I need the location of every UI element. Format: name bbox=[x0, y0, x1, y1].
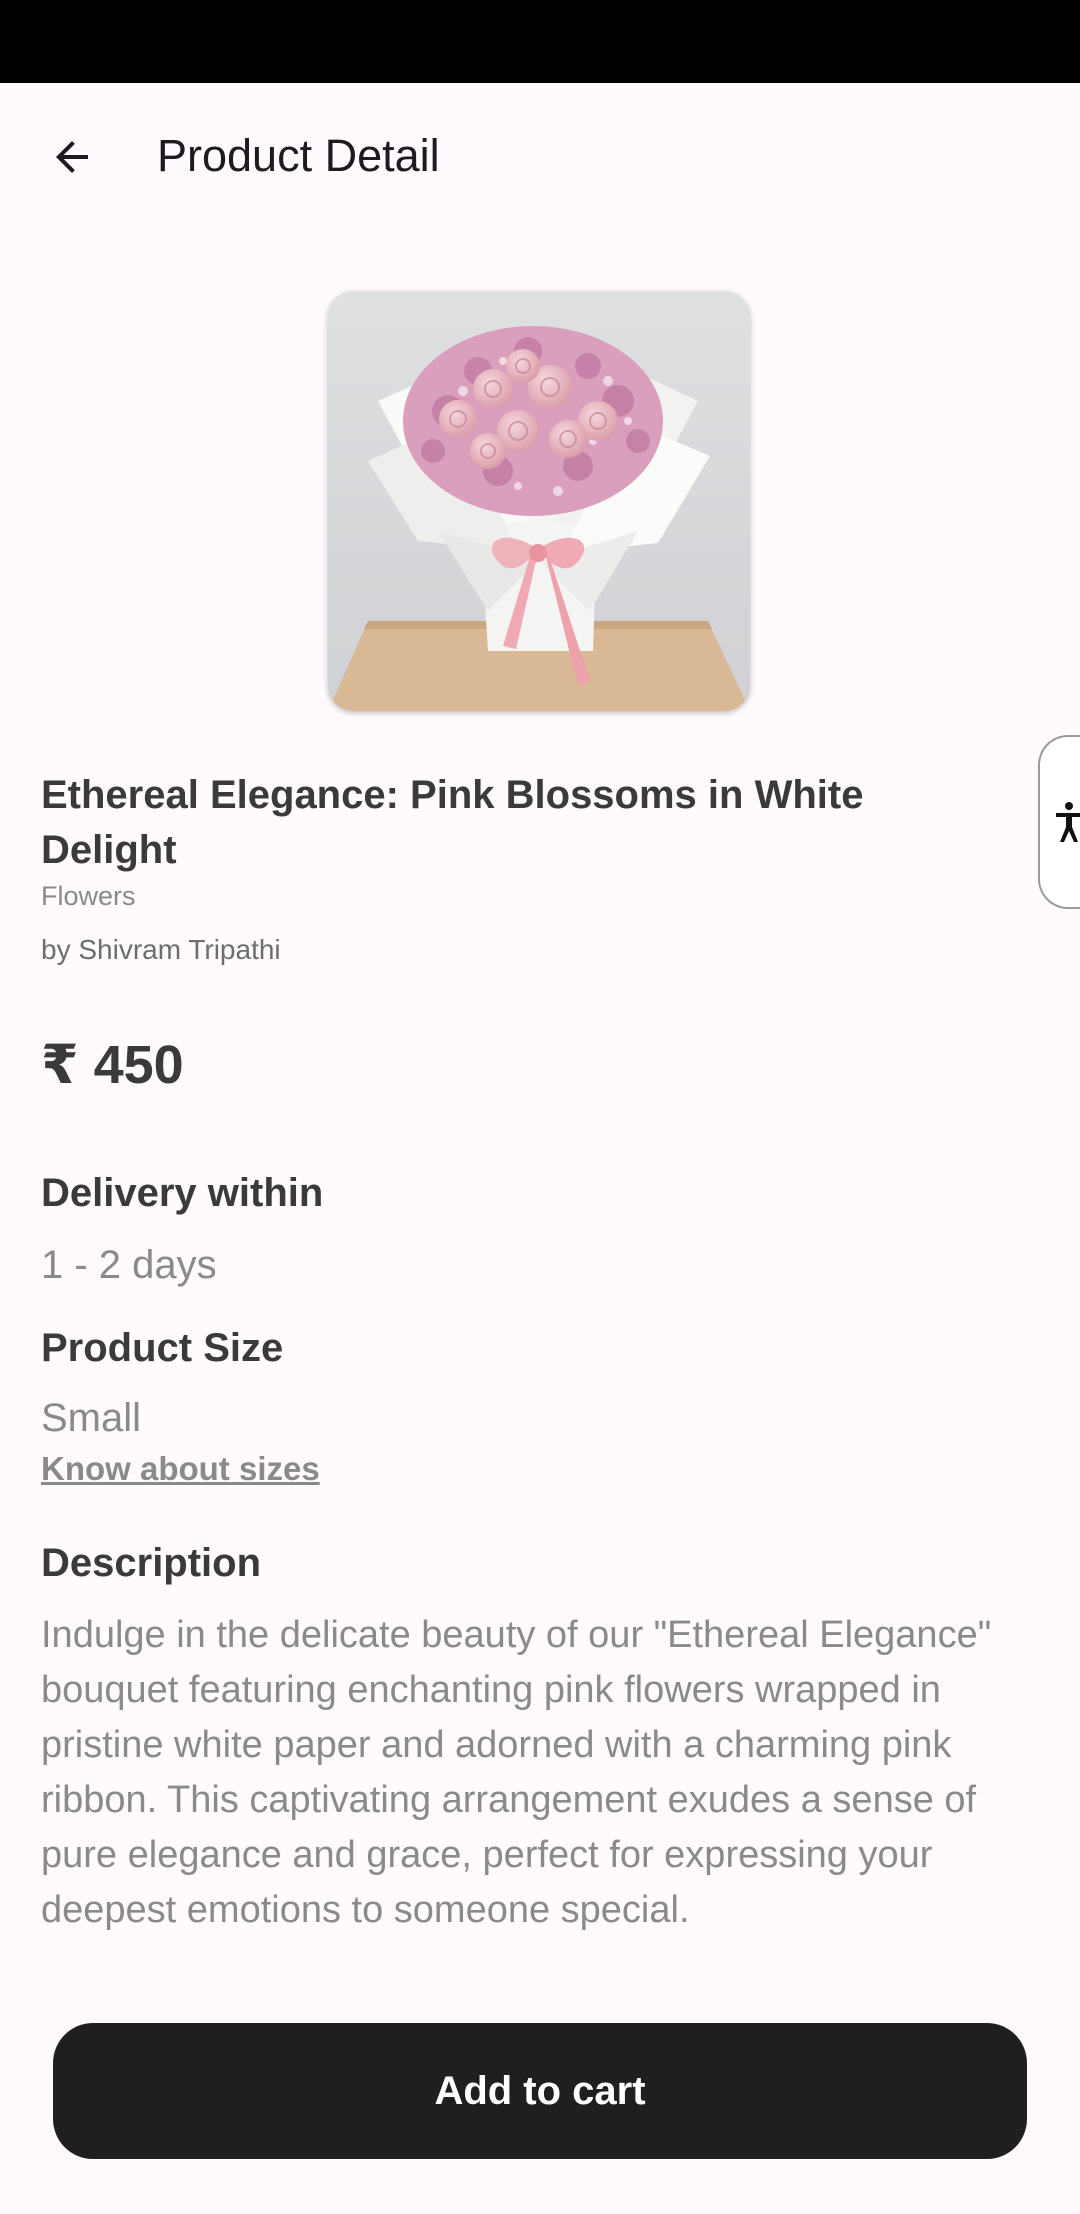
product-price: ₹ 450 bbox=[41, 1035, 184, 1095]
arrow-left-icon bbox=[56, 141, 88, 173]
status-bar bbox=[0, 0, 1080, 83]
size-value: Small bbox=[41, 1396, 142, 1440]
add-to-cart-button[interactable]: Add to cart bbox=[53, 2023, 1027, 2159]
add-to-cart-label: Add to cart bbox=[434, 2068, 646, 2113]
seller-name: by Shivram Tripathi bbox=[41, 934, 281, 965]
know-about-sizes-link[interactable]: Know about sizes bbox=[41, 1450, 320, 1488]
product-image bbox=[328, 291, 750, 711]
product-name: Ethereal Elegance: Pink Blossoms in Whit… bbox=[41, 773, 864, 872]
back-button[interactable] bbox=[30, 115, 114, 199]
description-text: Indulge in the delicate beauty of our "E… bbox=[41, 1614, 992, 1931]
accessibility-button[interactable] bbox=[1038, 735, 1080, 909]
page-title: Product Detail bbox=[157, 130, 440, 181]
delivery-value: 1 - 2 days bbox=[41, 1243, 217, 1287]
bouquet-photo bbox=[328, 291, 750, 711]
description-heading: Description bbox=[41, 1541, 262, 1585]
delivery-heading: Delivery within bbox=[41, 1171, 324, 1215]
app-bar: Product Detail bbox=[0, 83, 1080, 231]
product-category: Flowers bbox=[41, 881, 136, 911]
size-heading: Product Size bbox=[41, 1326, 284, 1370]
accessibility-icon bbox=[1056, 802, 1080, 842]
